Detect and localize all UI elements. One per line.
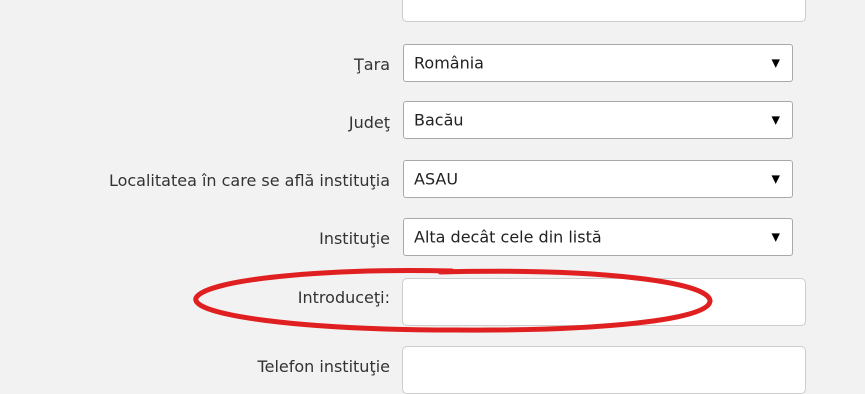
chevron-down-icon: ▼ (771, 113, 780, 127)
chevron-down-icon: ▼ (771, 230, 780, 244)
phone-input[interactable] (402, 346, 806, 394)
institution-select[interactable]: Alta decât cele din listă ▼ (403, 218, 793, 256)
enter-field-input[interactable] (402, 278, 806, 326)
locality-select-value: ASAU (414, 169, 459, 189)
county-select-value: Bacău (414, 110, 464, 130)
locality-select[interactable]: ASAU ▼ (403, 160, 793, 198)
locality-label: Localitatea în care se află instituţia (108, 171, 390, 190)
enter-field-label: Introduceţi: (297, 288, 390, 307)
institution-select-value: Alta decât cele din listă (414, 227, 602, 247)
chevron-down-icon: ▼ (771, 56, 780, 70)
county-select[interactable]: Bacău ▼ (403, 101, 793, 139)
county-label: Judeţ (348, 113, 390, 132)
chevron-down-icon: ▼ (771, 172, 780, 186)
top-input-field[interactable] (402, 0, 806, 22)
phone-label: Telefon instituţie (257, 357, 390, 376)
country-label: Ţara (354, 55, 390, 74)
country-select-value: România (414, 53, 484, 73)
institution-label: Instituţie (319, 229, 390, 248)
country-select[interactable]: România ▼ (403, 44, 793, 82)
